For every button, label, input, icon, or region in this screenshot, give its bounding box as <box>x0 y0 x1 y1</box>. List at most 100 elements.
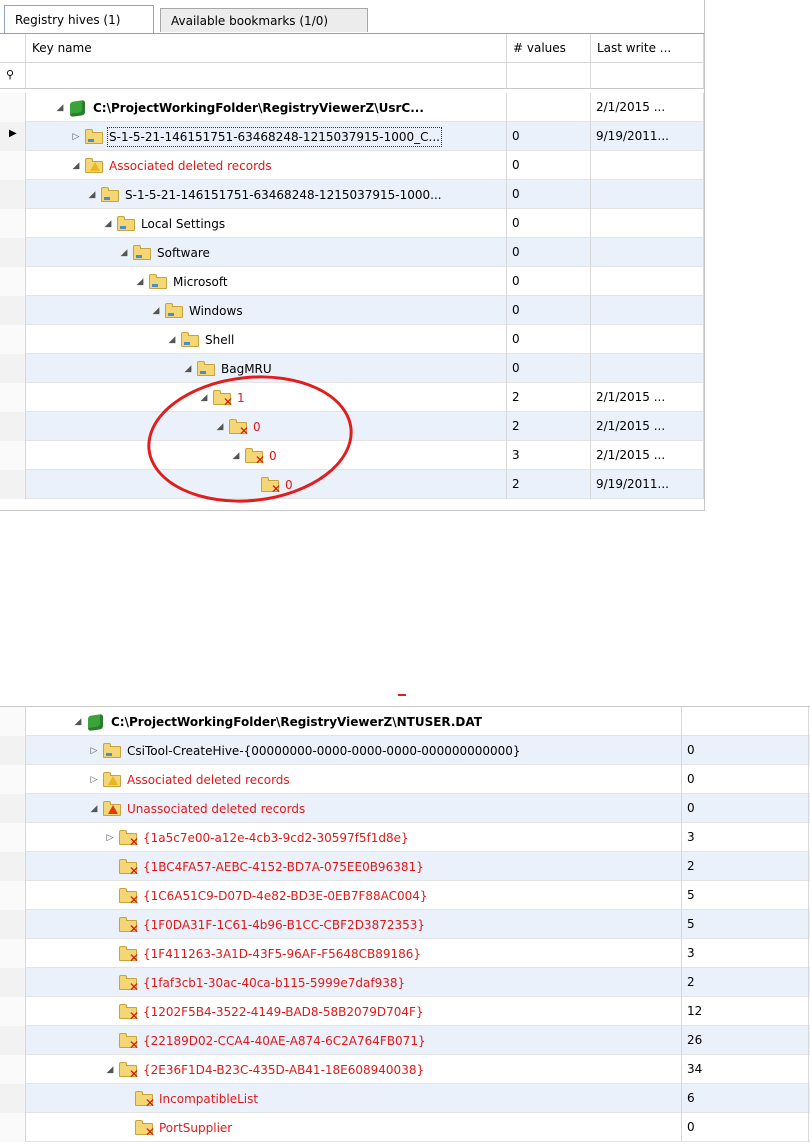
table-row[interactable]: ◢ Software 0 <box>0 238 704 267</box>
collapse-triangle-icon[interactable]: ◢ <box>166 335 178 345</box>
row-gutter[interactable] <box>0 736 26 765</box>
key-name-cell[interactable]: ✕ {1C6A51C9-D07D-4e82-BD3E-0EB7F88AC004} <box>26 881 682 910</box>
collapse-triangle-icon[interactable]: ◢ <box>54 103 66 113</box>
tree-node[interactable]: ◢ ✕ {2E36F1D4-B23C-435D-AB41-18E608940038} <box>104 1055 425 1084</box>
tree-node[interactable]: ✕ {1C6A51C9-D07D-4e82-BD3E-0EB7F88AC004} <box>104 881 429 910</box>
filter-row[interactable]: ⚲ <box>0 62 704 89</box>
row-gutter[interactable] <box>0 997 26 1026</box>
row-gutter[interactable]: ▶ <box>0 122 26 151</box>
tree-node[interactable]: ✕ {1F411263-3A1D-43F5-96AF-F5648CB89186} <box>104 939 422 968</box>
collapse-triangle-icon[interactable]: ◢ <box>88 804 100 814</box>
filter-last-write[interactable] <box>591 62 704 88</box>
row-gutter[interactable] <box>0 180 26 209</box>
column-header-values[interactable]: # values <box>507 34 591 62</box>
table-row[interactable]: ✕ {1F0DA31F-1C61-4b96-B1CC-CBF2D3872353} 5… <box>0 910 810 939</box>
key-name-cell[interactable]: ✕ {1faf3cb1-30ac-40ca-b115-5999e7daf938} <box>26 968 682 997</box>
key-name-cell[interactable]: ✕ {1F0DA31F-1C61-4b96-B1CC-CBF2D3872353} <box>26 910 682 939</box>
key-name-cell[interactable]: ◢ C:\ProjectWorkingFolder\RegistryViewerZ… <box>26 93 507 122</box>
pin-icon[interactable]: ⚲ <box>6 68 14 81</box>
table-row[interactable]: ✕ 0 2 9/19/2011... <box>0 470 704 499</box>
table-row[interactable]: ✕ {1BC4FA57-AEBC-4152-BD7A-075EE0B96381} 2… <box>0 852 810 881</box>
tree-node[interactable]: ◢ C:\ProjectWorkingFolder\RegistryViewerZ… <box>54 93 425 122</box>
key-name-cell[interactable]: ◢ Shell <box>26 325 507 354</box>
row-gutter[interactable] <box>0 707 26 736</box>
collapse-triangle-icon[interactable]: ◢ <box>102 219 114 229</box>
row-gutter[interactable] <box>0 1084 26 1113</box>
tree-node[interactable]: ✕ {22189D02-CCA4-40AE-A874-6C2A764FB071} <box>104 1026 427 1055</box>
table-row[interactable]: ◢ C:\ProjectWorkingFolder\RegistryViewerZ… <box>0 93 704 122</box>
tree-node[interactable]: ◢ C:\ProjectWorkingFolder\RegistryViewerZ… <box>72 707 483 736</box>
table-row[interactable]: ◢ C:\ProjectWorkingFolder\RegistryViewerZ… <box>0 707 810 736</box>
collapse-triangle-icon[interactable]: ◢ <box>104 1065 116 1075</box>
collapse-triangle-icon[interactable]: ◢ <box>182 364 194 374</box>
row-gutter[interactable] <box>0 765 26 794</box>
key-name-cell[interactable]: ▷ Associated deleted records <box>26 765 682 794</box>
table-row[interactable]: ◢ Local Settings 0 <box>0 209 704 238</box>
table-row[interactable]: ◢ ✕ 1 2 2/1/2015 ... <box>0 383 704 412</box>
tree-node[interactable]: ◢ Associated deleted records <box>70 151 273 180</box>
row-gutter[interactable] <box>0 267 26 296</box>
tree-node[interactable]: ▷ CsiTool-CreateHive-{00000000-0000-0000-… <box>88 736 522 765</box>
tree-node[interactable]: ◢ Shell <box>166 325 235 354</box>
key-name-cell[interactable]: ◢ Associated deleted records <box>26 151 507 180</box>
row-gutter[interactable] <box>0 881 26 910</box>
key-name-cell[interactable]: ✕ {1202F5B4-3522-4149-BAD8-58B2079D704F} <box>26 997 682 1026</box>
key-name-cell[interactable]: ✕ {22189D02-CCA4-40AE-A874-6C2A764FB071} <box>26 1026 682 1055</box>
table-row[interactable]: ✕ {1202F5B4-3522-4149-BAD8-58B2079D704F} 1… <box>0 997 810 1026</box>
key-name-cell[interactable]: ◢ Microsoft <box>26 267 507 296</box>
table-row[interactable]: ✕ {22189D02-CCA4-40AE-A874-6C2A764FB071} 2… <box>0 1026 810 1055</box>
tree-node[interactable]: ✕ {1BC4FA57-AEBC-4152-BD7A-075EE0B96381} <box>104 852 425 881</box>
key-name-cell[interactable]: ✕ IncompatibleList <box>26 1084 682 1113</box>
tab-available-bookmarks[interactable]: Available bookmarks (1/0) <box>160 8 368 32</box>
tree-node[interactable]: ◢ S-1-5-21-146151751-63468248-1215037915-… <box>86 180 443 209</box>
key-name-cell[interactable]: ✕ {1BC4FA57-AEBC-4152-BD7A-075EE0B96381} <box>26 852 682 881</box>
table-row[interactable]: ✕IncompatibleList61 <box>0 1084 810 1113</box>
table-row[interactable]: ✕ {1C6A51C9-D07D-4e82-BD3E-0EB7F88AC004} 5… <box>0 881 810 910</box>
key-name-cell[interactable]: ◢ Software <box>26 238 507 267</box>
table-row[interactable]: ◢ ✕ 0 3 2/1/2015 ... <box>0 441 704 470</box>
row-gutter[interactable] <box>0 939 26 968</box>
collapse-triangle-icon[interactable]: ◢ <box>72 717 84 727</box>
row-gutter[interactable] <box>0 209 26 238</box>
row-gutter[interactable] <box>0 412 26 441</box>
table-row[interactable]: ▶ ▷ S-1-5-21-146151751-63468248-1215037915… <box>0 122 704 151</box>
row-gutter[interactable] <box>0 1026 26 1055</box>
column-header-last-write[interactable]: Last write ... <box>591 34 704 62</box>
tree-node[interactable]: ◢ Local Settings <box>102 209 226 238</box>
table-row[interactable]: ✕ {1faf3cb1-30ac-40ca-b115-5999e7daf938} 2… <box>0 968 810 997</box>
key-name-cell[interactable]: ✕ PortSupplier <box>26 1113 682 1142</box>
collapse-triangle-icon[interactable]: ◢ <box>86 190 98 200</box>
expand-triangle-icon[interactable]: ▷ <box>70 132 82 142</box>
tree-node[interactable]: ▷ ✕ {1a5c7e00-a12e-4cb3-9cd2-30597f5f1d8e} <box>104 823 410 852</box>
table-row[interactable]: ✕ {1F411263-3A1D-43F5-96AF-F5648CB89186} 3… <box>0 939 810 968</box>
key-name-cell[interactable]: ▷ S-1-5-21-146151751-63468248-1215037915-… <box>26 122 507 151</box>
row-gutter[interactable] <box>0 852 26 881</box>
expand-triangle-icon[interactable]: ▷ <box>88 746 100 756</box>
tree-node[interactable]: ▷ S-1-5-21-146151751-63468248-1215037915-… <box>70 122 442 151</box>
row-gutter[interactable] <box>0 1055 26 1084</box>
column-header-key-name[interactable]: Key name <box>26 34 507 62</box>
row-gutter[interactable] <box>0 151 26 180</box>
key-name-cell[interactable]: ◢ S-1-5-21-146151751-63468248-1215037915-… <box>26 180 507 209</box>
tree-node[interactable]: ◢ Microsoft <box>134 267 229 296</box>
expand-triangle-icon[interactable]: ▷ <box>104 833 116 843</box>
table-row[interactable]: ◢ ✕ {2E36F1D4-B23C-435D-AB41-18E608940038}… <box>0 1055 810 1084</box>
row-gutter[interactable] <box>0 93 26 122</box>
key-name-cell[interactable]: ◢ Unassociated deleted records <box>26 794 682 823</box>
row-gutter[interactable] <box>0 238 26 267</box>
collapse-triangle-icon[interactable]: ◢ <box>134 277 146 287</box>
row-gutter[interactable] <box>0 794 26 823</box>
tree-node[interactable]: ✕ {1202F5B4-3522-4149-BAD8-58B2079D704F} <box>104 997 425 1026</box>
table-row[interactable]: ◢ Shell 0 <box>0 325 704 354</box>
tree-node[interactable]: ◢ Software <box>118 238 211 267</box>
row-gutter[interactable] <box>0 354 26 383</box>
tree-node[interactable]: ◢ Unassociated deleted records <box>88 794 306 823</box>
table-row[interactable]: ✕PortSupplier01 <box>0 1113 810 1142</box>
table-row[interactable]: ▷ Associated deleted records 0 <box>0 765 810 794</box>
key-name-cell[interactable]: ✕ {1F411263-3A1D-43F5-96AF-F5648CB89186} <box>26 939 682 968</box>
filter-values[interactable] <box>507 62 591 88</box>
filter-key-name[interactable] <box>26 62 507 88</box>
tree-node[interactable]: ✕ PortSupplier <box>120 1113 233 1142</box>
row-gutter[interactable] <box>0 1113 26 1142</box>
row-gutter[interactable] <box>0 910 26 939</box>
